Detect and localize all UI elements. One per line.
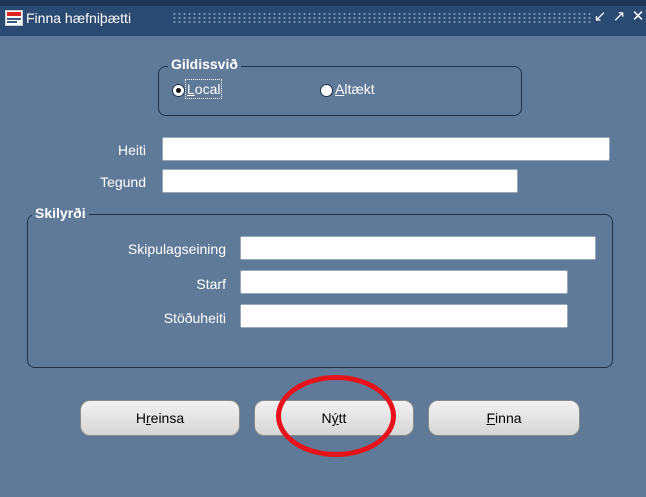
clear-button[interactable]: Hreinsa bbox=[80, 400, 240, 436]
conditions-group-title: Skilyrði bbox=[32, 205, 89, 221]
window-title: Finna hæfniþætti bbox=[26, 10, 132, 26]
type-label: Tegund bbox=[100, 174, 146, 190]
maximize-icon[interactable]: ↗ bbox=[611, 8, 627, 26]
radio-local-label[interactable]: Local bbox=[184, 79, 223, 99]
window-titlebar[interactable]: Finna hæfniþætti ↙ ↗ ✕ bbox=[0, 0, 646, 36]
radio-global[interactable] bbox=[320, 84, 333, 97]
org-unit-label: Skipulagseining bbox=[127, 241, 226, 257]
titlebar-top-strip bbox=[0, 0, 646, 6]
position-label: Stöðuheiti bbox=[163, 310, 226, 326]
radio-global-label[interactable]: Altækt bbox=[335, 81, 375, 97]
titlebar-pattern bbox=[172, 12, 592, 24]
name-label: Heiti bbox=[117, 142, 146, 158]
close-icon[interactable]: ✕ bbox=[630, 8, 646, 26]
job-input[interactable] bbox=[240, 270, 568, 294]
org-unit-input[interactable] bbox=[240, 236, 596, 260]
position-input[interactable] bbox=[240, 304, 568, 328]
job-label: Starf bbox=[196, 276, 226, 292]
radio-local[interactable] bbox=[172, 84, 185, 97]
highlight-circle-annotation bbox=[276, 375, 396, 457]
type-input[interactable] bbox=[162, 169, 518, 193]
oracle-app-icon bbox=[5, 10, 23, 26]
scope-group-title: Gildissvið bbox=[168, 56, 241, 72]
minimize-icon[interactable]: ↙ bbox=[592, 8, 608, 26]
find-button[interactable]: Finna bbox=[428, 400, 580, 436]
name-input[interactable] bbox=[162, 137, 610, 161]
